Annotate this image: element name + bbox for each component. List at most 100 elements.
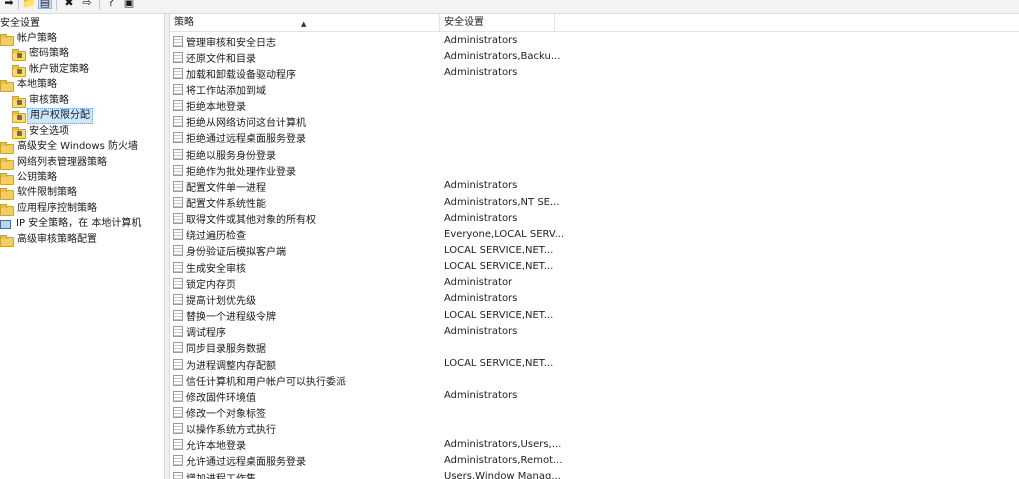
- folder-icon: [0, 33, 14, 46]
- tree-item[interactable]: 帐户策略: [0, 31, 59, 46]
- tree-item[interactable]: 应用程序控制策略: [0, 201, 99, 216]
- tree-item[interactable]: 安全设置: [0, 16, 42, 31]
- action-pane-icon[interactable]: ▣: [122, 0, 136, 9]
- tree-item[interactable]: 高级审核策略配置: [0, 232, 99, 247]
- policy-item-icon: [173, 310, 183, 322]
- tree-item-label: 软件限制策略: [17, 187, 77, 199]
- show-hide-tree-icon[interactable]: ▤: [38, 0, 52, 9]
- tree-item-label: 帐户策略: [17, 32, 57, 44]
- policy-name: 拒绝从网络访问这台计算机: [186, 118, 306, 130]
- table-row[interactable]: 身份验证后模拟客户端 LOCAL SERVICE,NET...: [170, 243, 1019, 259]
- tree-item[interactable]: 审核策略: [12, 93, 71, 108]
- column-header-policy[interactable]: 策略 ▲: [170, 14, 440, 32]
- table-row[interactable]: 锁定内存页 Administrator: [170, 275, 1019, 291]
- tree-item-label: 高级安全 Windows 防火墙: [17, 141, 138, 153]
- table-row[interactable]: 配置文件单一进程 Administrators: [170, 178, 1019, 194]
- tree-item[interactable]: 公钥策略: [0, 171, 59, 186]
- table-row[interactable]: 允许本地登录 Administrators,Users,...: [170, 437, 1019, 453]
- forward-arrow-icon[interactable]: ➡: [2, 0, 16, 9]
- tree-item[interactable]: 本地策略: [0, 78, 59, 93]
- policy-name: 为进程调整内存配额: [186, 360, 276, 372]
- tree-item[interactable]: 软件限制策略: [0, 186, 79, 201]
- security-setting-cell: Administrators: [444, 35, 518, 46]
- toolbar-separator: [99, 0, 100, 10]
- sort-ascending-icon: ▲: [301, 20, 307, 28]
- table-row[interactable]: 还原文件和目录 Administrators,Backu...: [170, 49, 1019, 65]
- table-row[interactable]: 同步目录服务数据: [170, 340, 1019, 356]
- table-row[interactable]: 配置文件系统性能 Administrators,NT SE...: [170, 195, 1019, 211]
- table-row[interactable]: 修改固件环境值 Administrators: [170, 388, 1019, 404]
- table-row[interactable]: 为进程调整内存配额 LOCAL SERVICE,NET...: [170, 356, 1019, 372]
- policy-item-icon: [173, 245, 183, 257]
- folder-icon: [0, 203, 14, 216]
- policy-item-icon: [173, 406, 183, 418]
- policy-name: 绕过遍历检查: [186, 231, 246, 243]
- policy-name: 将工作站添加到域: [186, 85, 266, 97]
- tree-item[interactable]: 安全选项: [12, 124, 71, 139]
- table-row[interactable]: 生成安全审核 LOCAL SERVICE,NET...: [170, 259, 1019, 275]
- export-list-icon[interactable]: ⇨: [80, 0, 94, 9]
- column-header-setting[interactable]: 安全设置: [440, 14, 555, 32]
- tree-item[interactable]: IP 安全策略，在 本地计算机: [0, 217, 143, 232]
- security-setting-cell: LOCAL SERVICE,NET...: [444, 261, 554, 273]
- policy-cell: 调试程序: [173, 325, 226, 339]
- policy-cell: 生成安全审核: [173, 260, 246, 275]
- policy-cell: 同步目录服务数据: [173, 341, 266, 355]
- policy-name: 生成安全审核: [186, 263, 246, 275]
- tree-item[interactable]: 用户权限分配: [12, 108, 93, 125]
- security-setting-cell: LOCAL SERVICE,NET...: [444, 244, 554, 256]
- table-row[interactable]: 管理审核和安全日志 Administrators: [170, 33, 1019, 49]
- tree-item[interactable]: 高级安全 Windows 防火墙: [0, 140, 140, 155]
- policy-cell: 管理审核和安全日志: [173, 34, 276, 49]
- tree-item[interactable]: 网络列表管理器策略: [0, 155, 109, 170]
- tree-item-label: 安全选项: [29, 125, 69, 137]
- policy-item-icon: [173, 439, 183, 451]
- policy-cell: 锁定内存页: [173, 276, 236, 291]
- delete-icon[interactable]: ✖: [62, 0, 76, 9]
- table-row[interactable]: 以操作系统方式执行: [170, 421, 1019, 437]
- table-row[interactable]: 拒绝通过远程桌面服务登录: [170, 130, 1019, 146]
- table-row[interactable]: 拒绝作为批处理作业登录: [170, 162, 1019, 178]
- folder-icon: [0, 188, 14, 201]
- policy-item-icon: [173, 229, 183, 241]
- policy-name: 提高计划优先级: [186, 295, 256, 307]
- table-row[interactable]: 拒绝本地登录: [170, 98, 1019, 114]
- tree-item[interactable]: 帐户锁定策略: [12, 62, 91, 77]
- policy-item-icon: [173, 148, 183, 160]
- lock-icon: [17, 68, 22, 74]
- table-row[interactable]: 增加进程工作集 Users,Window Manag...: [170, 469, 1019, 479]
- table-row[interactable]: 调试程序 Administrators: [170, 324, 1019, 340]
- table-row[interactable]: 绕过遍历检查 Everyone,LOCAL SERV...: [170, 227, 1019, 243]
- policy-name: 增加进程工作集: [186, 470, 256, 479]
- table-row[interactable]: 加载和卸载设备驱动程序 Administrators: [170, 65, 1019, 81]
- table-row[interactable]: 允许通过远程桌面服务登录 Administrators,Remot...: [170, 453, 1019, 469]
- table-row[interactable]: 信任计算机和用户帐户可以执行委派: [170, 372, 1019, 388]
- table-row[interactable]: 将工作站添加到域: [170, 81, 1019, 97]
- policy-item-icon: [173, 51, 183, 63]
- table-row[interactable]: 提高计划优先级 Administrators: [170, 291, 1019, 307]
- policy-item-icon: [173, 213, 183, 225]
- policy-cell: 拒绝以服务身份登录: [173, 147, 276, 162]
- security-setting-cell: Administrators,NT SE...: [444, 196, 560, 208]
- help-icon[interactable]: ?: [104, 0, 118, 9]
- policy-name: 加载和卸载设备驱动程序: [186, 69, 296, 81]
- table-row[interactable]: 替换一个进程级令牌 LOCAL SERVICE,NET...: [170, 308, 1019, 324]
- tree-item[interactable]: 密码策略: [12, 47, 71, 62]
- policy-item-icon: [173, 342, 183, 354]
- security-setting-cell: Administrators: [444, 390, 518, 402]
- up-folder-icon[interactable]: 📁: [22, 0, 36, 9]
- policy-cell: 还原文件和目录: [173, 50, 256, 65]
- policy-cell: 修改一个对象标签: [173, 405, 266, 420]
- security-setting-cell: LOCAL SERVICE,NET...: [444, 309, 554, 321]
- console-tree: 安全设置 帐户策略密码策略帐户锁定策略 本地策略 审核策略 用户权限分配 安全选项高级安全…: [0, 14, 164, 479]
- table-row[interactable]: 取得文件或其他对象的所有权 Administrators: [170, 211, 1019, 227]
- security-setting-cell: Administrators,Users,...: [444, 438, 562, 450]
- table-row[interactable]: 修改一个对象标签: [170, 404, 1019, 420]
- tree-item-label: 密码策略: [29, 48, 69, 60]
- toolbar-separator: [56, 0, 57, 10]
- tree-item-label: 网络列表管理器策略: [17, 156, 107, 168]
- column-header-setting-label: 安全设置: [444, 17, 484, 28]
- policy-item-icon: [173, 132, 183, 144]
- table-row[interactable]: 拒绝以服务身份登录: [170, 146, 1019, 162]
- table-row[interactable]: 拒绝从网络访问这台计算机: [170, 114, 1019, 130]
